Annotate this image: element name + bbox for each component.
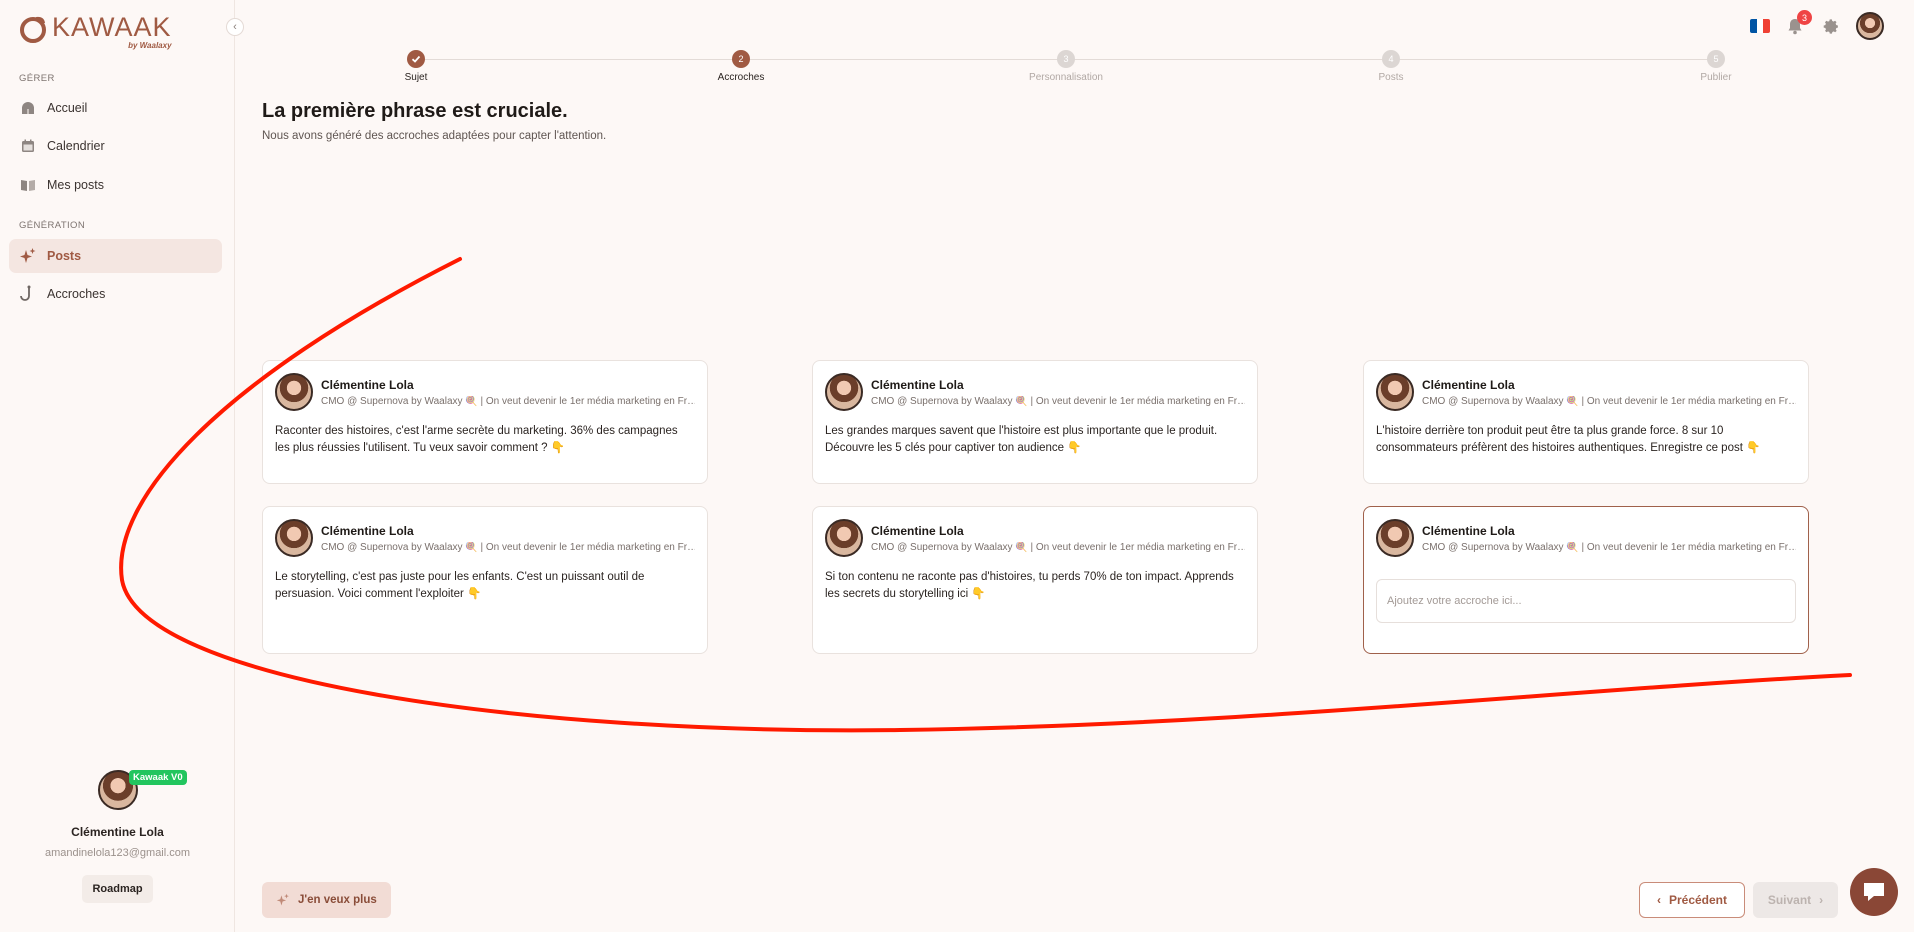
step-label: Personnalisation (1029, 72, 1103, 83)
avatar (825, 519, 863, 557)
kawaak-logo[interactable]: KAWAAK by Waalaxy (18, 14, 172, 50)
more-hooks-button[interactable]: J'en veux plus (262, 882, 391, 918)
step-publier: 5 Publier (1656, 50, 1776, 83)
hook-card[interactable]: Clémentine Lola CMO @ Supernova by Waala… (812, 506, 1258, 654)
calendar-icon (19, 137, 37, 155)
card-role: CMO @ Supernova by Waalaxy 🍭 | On veut d… (321, 541, 695, 553)
header-actions: 3 (1750, 10, 1884, 40)
previous-label: Précédent (1668, 893, 1728, 907)
card-role: CMO @ Supernova by Waalaxy 🍭 | On veut d… (321, 395, 695, 407)
roadmap-button[interactable]: Roadmap (82, 875, 153, 903)
hook-card[interactable]: Clémentine Lola CMO @ Supernova by Waala… (262, 360, 708, 484)
step-label: Posts (1378, 72, 1404, 83)
custom-hook-input[interactable] (1376, 579, 1796, 623)
avatar (825, 373, 863, 411)
avatar (275, 373, 313, 411)
card-role: CMO @ Supernova by Waalaxy 🍭 | On veut d… (871, 395, 1245, 407)
stepper: Sujet 2 Accroches 3 Personnalisation 4 P… (405, 50, 1732, 90)
card-hook-text: Le storytelling, c'est pas juste pour le… (275, 571, 645, 600)
card-author: Clémentine Lola (1422, 377, 1515, 392)
sidebar: KAWAAK by Waalaxy GÉRER Accueil Calendri… (0, 0, 235, 932)
custom-hook-card[interactable]: Clémentine Lola CMO @ Supernova by Waala… (1363, 506, 1809, 654)
brand-by: by Waalaxy (128, 41, 172, 50)
avatar (1376, 373, 1414, 411)
avatar (1376, 519, 1414, 557)
hook-card[interactable]: Clémentine Lola CMO @ Supernova by Waala… (1363, 360, 1809, 484)
annotation-curve (119, 257, 1852, 733)
profile-name: Clémentine Lola (71, 825, 164, 839)
sidebar-item-calendrier[interactable]: Calendrier (9, 129, 222, 163)
card-author: Clémentine Lola (1422, 523, 1515, 538)
sidebar-item-label: Mes posts (47, 178, 104, 192)
step-number: 4 (1382, 50, 1400, 68)
step-label: Sujet (404, 72, 428, 83)
step-number: 2 (732, 50, 750, 68)
card-author: Clémentine Lola (321, 523, 414, 538)
flag-stripe (1763, 19, 1770, 33)
step-accroches[interactable]: 2 Accroches (681, 50, 801, 83)
sidebar-item-label: Accueil (47, 101, 88, 115)
flag-stripe (1756, 19, 1764, 33)
step-posts: 4 Posts (1331, 50, 1451, 83)
hook-icon (19, 285, 37, 303)
chat-button[interactable] (1850, 868, 1898, 916)
card-role: CMO @ Supernova by Waalaxy 🍭 | On veut d… (1422, 395, 1796, 407)
header-avatar[interactable] (1856, 12, 1884, 40)
brand-name: KAWAAK (52, 12, 172, 42)
page-title: La première phrase est cruciale. (262, 100, 568, 122)
step-number: 3 (1057, 50, 1075, 68)
card-author: Clémentine Lola (871, 523, 964, 538)
logo-mark-icon (20, 16, 46, 43)
sidebar-item-label: Posts (47, 249, 82, 263)
hook-card[interactable]: Clémentine Lola CMO @ Supernova by Waala… (262, 506, 708, 654)
home-icon (19, 99, 37, 117)
hook-card[interactable]: Clémentine Lola CMO @ Supernova by Waala… (812, 360, 1258, 484)
chevron-left-icon: ‹ (1656, 893, 1661, 907)
step-sujet[interactable]: Sujet (356, 50, 476, 83)
flag-stripe (1750, 19, 1757, 33)
folder-icon (19, 176, 37, 194)
card-hook-text: L'histoire derrière ton produit peut êtr… (1376, 425, 1761, 454)
user-profile: Kawaak V0 Clémentine Lola amandinelola12… (0, 770, 235, 903)
collapse-sidebar-button[interactable]: ‹ (226, 18, 244, 36)
section-label-generation: GÉNÉRATION (19, 220, 86, 231)
step-number: 5 (1707, 50, 1725, 68)
card-hook-text: Les grandes marques savent que l'histoir… (825, 425, 1218, 454)
card-author: Clémentine Lola (321, 377, 414, 392)
sparkles-icon (19, 247, 37, 265)
check-icon (407, 50, 425, 68)
sidebar-item-label: Calendrier (47, 139, 105, 153)
step-label: Publier (1700, 72, 1732, 83)
sidebar-item-accueil[interactable]: Accueil (9, 91, 222, 125)
sidebar-item-mes-posts[interactable]: Mes posts (9, 168, 222, 202)
card-author: Clémentine Lola (871, 377, 964, 392)
language-flag-icon[interactable] (1750, 19, 1770, 33)
sidebar-item-label: Accroches (47, 287, 106, 301)
previous-button[interactable]: ‹ Précédent (1639, 882, 1745, 918)
card-role: CMO @ Supernova by Waalaxy 🍭 | On veut d… (871, 541, 1245, 553)
version-badge: Kawaak V0 (129, 770, 187, 785)
card-hook-text: Si ton contenu ne raconte pas d'histoire… (825, 571, 1234, 600)
next-button[interactable]: Suivant › (1753, 882, 1838, 918)
chevron-right-icon: › (1819, 893, 1824, 907)
gear-icon (1823, 18, 1838, 34)
next-label: Suivant (1767, 893, 1812, 907)
card-role: CMO @ Supernova by Waalaxy 🍭 | On veut d… (1422, 541, 1796, 553)
chevron-left-icon: ‹ (233, 21, 237, 33)
notifications-button[interactable]: 3 (1784, 10, 1812, 37)
notification-count-badge: 3 (1797, 10, 1812, 25)
step-label: Accroches (717, 72, 765, 83)
profile-email: amandinelola123@gmail.com (44, 847, 191, 859)
section-label-manage: GÉRER (19, 73, 55, 84)
card-hook-text: Raconter des histoires, c'est l'arme sec… (275, 425, 678, 454)
sidebar-item-accroches[interactable]: Accroches (9, 277, 222, 311)
settings-button[interactable] (1820, 15, 1842, 37)
more-hooks-label: J'en veux plus (298, 894, 377, 906)
avatar (275, 519, 313, 557)
sparkles-icon (276, 893, 289, 906)
sidebar-item-posts[interactable]: Posts (9, 239, 222, 273)
step-personnalisation: 3 Personnalisation (1006, 50, 1126, 83)
chat-icon (1864, 883, 1884, 901)
page-subtitle: Nous avons généré des accroches adaptées… (262, 130, 607, 142)
